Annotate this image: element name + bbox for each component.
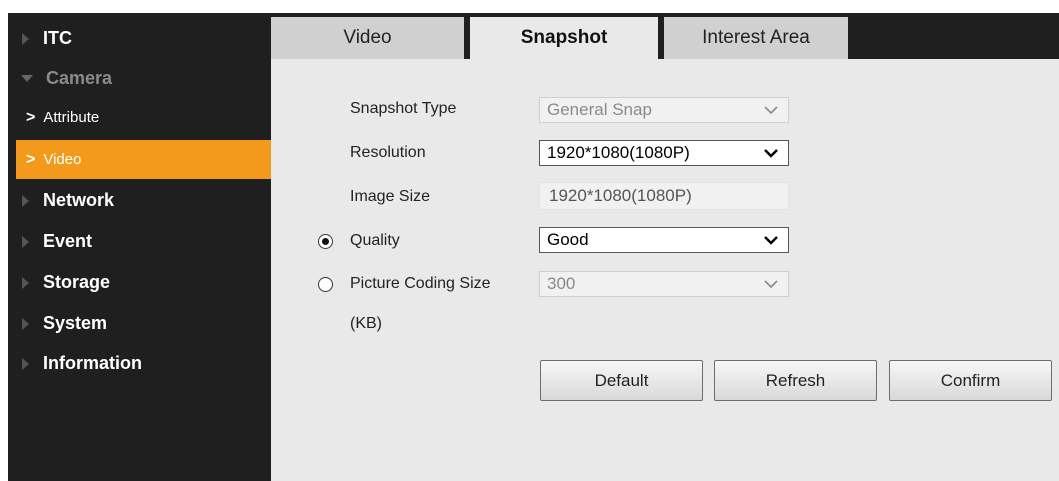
sidebar-item-information[interactable]: Information: [8, 343, 271, 384]
chevron-down-icon: [764, 102, 778, 118]
image-size-value: 1920*1080(1080P): [549, 186, 692, 205]
tab-label: Snapshot: [520, 27, 608, 48]
chevron-right-icon: >: [26, 108, 36, 126]
picture-coding-size-unit: (KB): [350, 315, 382, 332]
sidebar-item-label: Network: [43, 190, 115, 210]
chevron-down-icon: [764, 276, 778, 292]
collapsed-triangle-icon: [22, 32, 29, 45]
sidebar-item-label: ITC: [43, 28, 72, 48]
default-button[interactable]: Default: [540, 360, 703, 401]
sidebar-item-label: Information: [43, 353, 142, 373]
tab-interest-area[interactable]: Interest Area: [664, 17, 848, 59]
tab-label: Interest Area: [702, 27, 810, 48]
sidebar-item-itc[interactable]: ITC: [8, 18, 271, 59]
collapsed-triangle-icon: [22, 194, 29, 207]
sidebar-item-label: Event: [43, 231, 93, 251]
sidebar-item-label: Storage: [43, 272, 111, 292]
sidebar-item-label: Camera: [46, 68, 113, 88]
sidebar-subitem-video[interactable]: > Video: [16, 140, 271, 179]
picture-coding-size-select[interactable]: 300: [539, 271, 789, 297]
sidebar-subitem-label: Attribute: [43, 109, 100, 126]
quality-select[interactable]: Good: [539, 227, 789, 253]
sidebar-subitem-label: Video: [43, 151, 82, 168]
chevron-down-icon: [764, 232, 778, 248]
tab-label: Video: [343, 27, 392, 48]
chevron-right-icon: >: [26, 150, 36, 168]
collapsed-triangle-icon: [22, 276, 29, 289]
quality-value: Good: [547, 230, 589, 249]
sidebar-item-label: System: [43, 313, 108, 333]
collapsed-triangle-icon: [22, 317, 29, 330]
sidebar-item-event[interactable]: Event: [8, 221, 271, 262]
snapshot-type-value: General Snap: [547, 100, 652, 119]
expanded-triangle-icon: [21, 75, 33, 82]
tab-bar: Video Snapshot Interest Area: [271, 13, 1059, 59]
sidebar-item-system[interactable]: System: [8, 303, 271, 344]
picture-coding-size-value: 300: [547, 274, 576, 293]
picture-coding-size-label: Picture Coding Size: [350, 275, 491, 292]
confirm-button[interactable]: Confirm: [889, 360, 1052, 401]
resolution-select[interactable]: 1920*1080(1080P): [539, 140, 789, 166]
collapsed-triangle-icon: [22, 357, 29, 370]
sidebar: ITC Camera > Attribute > Video Network E…: [8, 13, 271, 481]
image-size-label: Image Size: [350, 188, 431, 205]
resolution-label: Resolution: [350, 144, 426, 161]
picture-coding-size-radio[interactable]: [318, 277, 333, 292]
sidebar-subitem-attribute[interactable]: > Attribute: [8, 98, 271, 137]
sidebar-item-storage[interactable]: Storage: [8, 262, 271, 303]
snapshot-settings-panel: Snapshot Type General Snap Resolution 19…: [271, 59, 1059, 481]
sidebar-item-network[interactable]: Network: [8, 180, 271, 221]
quality-radio[interactable]: [318, 234, 333, 249]
refresh-button[interactable]: Refresh: [714, 360, 877, 401]
image-size-field: 1920*1080(1080P): [539, 182, 789, 210]
resolution-value: 1920*1080(1080P): [547, 143, 690, 162]
quality-label: Quality: [350, 232, 400, 249]
chevron-down-icon: [764, 145, 778, 161]
sidebar-item-camera[interactable]: Camera: [8, 58, 271, 99]
tab-video[interactable]: Video: [271, 17, 464, 59]
collapsed-triangle-icon: [22, 235, 29, 248]
tab-snapshot[interactable]: Snapshot: [470, 17, 658, 59]
snapshot-type-select[interactable]: General Snap: [539, 97, 789, 123]
snapshot-type-label: Snapshot Type: [350, 100, 457, 117]
